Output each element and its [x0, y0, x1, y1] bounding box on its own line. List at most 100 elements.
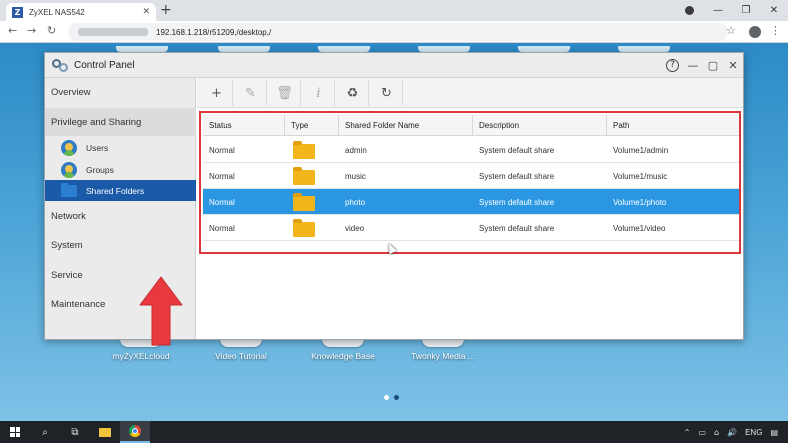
volume-icon[interactable]: 🔊 — [727, 428, 737, 437]
toolbar: + ✎ 🗑 i ♻ ↻ — [197, 78, 743, 108]
file-explorer-icon[interactable] — [90, 421, 120, 443]
maximize-icon[interactable]: ❐ — [732, 5, 760, 16]
refresh-icon[interactable]: ↻ — [371, 80, 403, 106]
info-icon[interactable]: i — [303, 80, 335, 106]
minimize-icon[interactable]: — — [704, 5, 732, 16]
path-cell: Volume1/photo — [613, 197, 667, 207]
minimize-icon[interactable]: — — [683, 59, 703, 72]
desktop-icon-label: myZyXELcloud — [112, 351, 170, 361]
description-cell: System default share — [479, 197, 555, 207]
network-icon[interactable]: ⌂ — [714, 428, 719, 437]
desktop-icon-label: Knowledge Base — [311, 351, 375, 361]
delete-icon[interactable]: 🗑 — [269, 80, 301, 106]
browser-tab[interactable]: Z ZyXEL NAS542 ✕ — [6, 3, 156, 21]
column-header-description[interactable]: Description — [473, 115, 607, 136]
chrome-icon — [129, 425, 141, 437]
column-header-type[interactable]: Type — [285, 115, 339, 136]
tab-title: ZyXEL NAS542 — [29, 7, 85, 17]
type-cell — [287, 163, 315, 189]
sidebar-item-label: System — [51, 239, 83, 251]
forward-icon[interactable]: → — [27, 24, 36, 37]
address-bar[interactable]: 192.168.1.218/r51209,/desktop,/ — [68, 23, 728, 41]
new-tab-icon[interactable]: + — [160, 3, 172, 17]
sidebar-item-label: Maintenance — [51, 298, 106, 310]
sidebar-item-label: Shared Folders — [86, 185, 145, 196]
path-cell: Volume1/music — [613, 171, 668, 181]
add-icon[interactable]: + — [201, 80, 233, 106]
taskbar: ⌕ ⧉ ⌃ ▭ ⌂ 🔊 ENG ▤ — [0, 421, 788, 443]
close-icon[interactable]: ✕ — [142, 7, 150, 17]
name-cell: admin — [345, 145, 367, 155]
profile-indicator-icon[interactable] — [685, 6, 694, 15]
desktop-icon-label: Video Tutorial — [215, 351, 267, 361]
zyxel-favicon-icon: Z — [12, 6, 23, 18]
sidebar-item-label: Users — [86, 142, 109, 153]
account-icon[interactable] — [749, 26, 761, 38]
notification-icon[interactable]: ▤ — [770, 428, 778, 437]
folder-icon — [293, 192, 315, 211]
pager-dot-active[interactable] — [384, 395, 389, 400]
table-row[interactable]: Normal admin System default share Volume… — [203, 137, 739, 163]
table-row[interactable]: Normal video System default share Volume… — [203, 215, 739, 241]
sidebar-item-groups[interactable]: Groups — [45, 159, 196, 180]
column-header-name[interactable]: Shared Folder Name — [339, 115, 473, 136]
sidebar-item-users[interactable]: Users — [45, 137, 196, 158]
name-cell: music — [345, 171, 366, 181]
type-cell — [287, 137, 315, 163]
sidebar-item-system[interactable]: System — [45, 231, 196, 259]
battery-icon[interactable]: ▭ — [698, 428, 706, 437]
type-cell — [287, 215, 315, 241]
shared-folder-icon — [61, 182, 77, 197]
sidebar-item-network[interactable]: Network — [45, 202, 196, 230]
table-row[interactable]: Normal music System default share Volume… — [203, 163, 739, 189]
maximize-icon[interactable]: ▢ — [703, 59, 723, 72]
status-cell: Normal — [209, 223, 235, 233]
sidebar-item-label: Overview — [51, 86, 91, 98]
control-panel-window: Control Panel ? — ▢ ✕ Overview Privilege… — [44, 52, 744, 346]
description-cell: System default share — [479, 223, 555, 233]
desktop-icon-label: Twonky Media ... — [411, 351, 475, 361]
column-header-status[interactable]: Status — [203, 115, 285, 136]
browser-toolbar: ← → ↻ 192.168.1.218/r51209,/desktop,/ ☆ … — [0, 21, 788, 43]
recycle-icon[interactable]: ♻ — [337, 80, 369, 106]
type-cell — [287, 189, 315, 215]
language-indicator[interactable]: ENG — [745, 428, 762, 437]
task-view-icon[interactable]: ⧉ — [60, 421, 90, 443]
status-cell: Normal — [209, 197, 235, 207]
edit-icon[interactable]: ✎ — [235, 80, 267, 106]
table-row-selected[interactable]: Normal photo System default share Volume… — [203, 189, 739, 215]
sidebar-item-overview[interactable]: Overview — [45, 78, 196, 106]
name-cell: photo — [345, 197, 366, 207]
pager-dot[interactable] — [394, 395, 399, 400]
red-arrow-icon — [139, 276, 183, 346]
chrome-taskbar-button[interactable] — [120, 421, 150, 443]
start-button[interactable] — [0, 421, 30, 443]
people-icon[interactable]: ⌃ — [684, 428, 691, 437]
path-cell: Volume1/admin — [613, 145, 669, 155]
close-icon[interactable]: ✕ — [723, 59, 743, 72]
sidebar-item-label: Service — [51, 269, 83, 281]
folder-icon — [293, 218, 315, 237]
star-icon[interactable]: ☆ — [726, 24, 736, 37]
desktop-pager — [384, 395, 399, 400]
sidebar-item-label: Privilege and Sharing — [51, 116, 142, 128]
sidebar-item-privilege-and-sharing[interactable]: Privilege and Sharing — [45, 108, 196, 136]
blurred-host — [78, 28, 148, 36]
window-titlebar[interactable]: Control Panel ? — ▢ ✕ — [45, 53, 743, 78]
browser-tabstrip: Z ZyXEL NAS542 ✕ + — ❐ ✕ — [0, 0, 788, 21]
sidebar-item-shared-folders[interactable]: Shared Folders — [45, 180, 196, 201]
help-icon[interactable]: ? — [666, 58, 679, 72]
close-window-icon[interactable]: ✕ — [760, 5, 788, 16]
shared-folders-panel: Status Type Shared Folder Name Descripti… — [197, 108, 743, 339]
group-icon — [61, 161, 77, 178]
sidebar: Overview Privilege and Sharing Users Gro… — [45, 78, 196, 346]
reload-icon[interactable]: ↻ — [47, 24, 56, 37]
user-icon — [61, 139, 77, 156]
back-icon[interactable]: ← — [8, 24, 17, 37]
path-cell: Volume1/video — [613, 223, 666, 233]
window-title: Control Panel — [74, 59, 135, 71]
menu-icon[interactable]: ⋮ — [770, 24, 781, 37]
table-header: Status Type Shared Folder Name Descripti… — [203, 115, 739, 136]
column-header-path[interactable]: Path — [607, 115, 739, 136]
search-icon[interactable]: ⌕ — [30, 421, 60, 443]
